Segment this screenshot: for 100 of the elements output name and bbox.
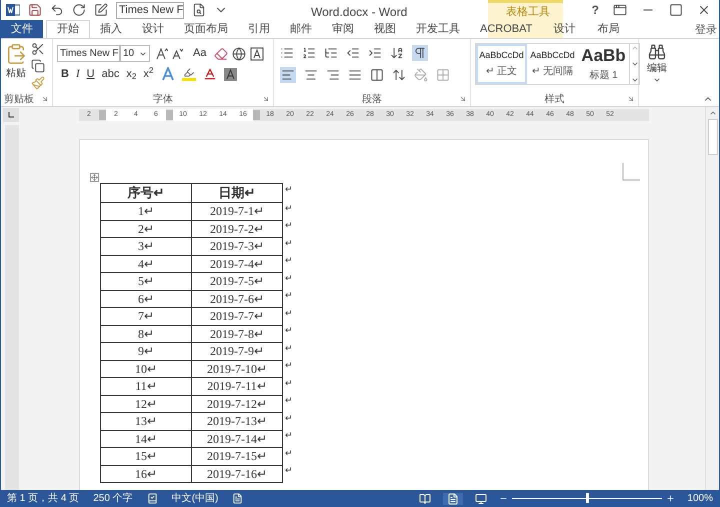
language-indicator[interactable]: 中文(中国) [172,491,218,506]
highlight-icon[interactable] [182,67,196,82]
align-right-icon[interactable] [326,68,340,82]
scroll-down-icon[interactable] [630,60,638,68]
shrink-font-icon[interactable] [172,48,183,59]
vertical-scrollbar[interactable] [705,107,719,490]
eraser-icon[interactable] [214,46,228,60]
table-cell: 14↵ [100,430,192,448]
scroll-up-icon[interactable] [708,109,716,117]
ruler-marker[interactable] [253,110,260,120]
proofing-icon[interactable] [146,493,158,504]
change-case-button[interactable]: Aa [193,45,206,62]
ribbon-tab[interactable]: 引用 [238,20,280,38]
table-cell: 2019-7-15↵ [192,448,282,465]
ribbon-tab[interactable]: 邮件 [280,20,322,38]
table-cell: 2019-7-8↵ [192,325,282,342]
show-marks-icon[interactable] [413,46,427,60]
sort-icon[interactable] [390,46,404,60]
justify-icon[interactable] [348,68,362,82]
maximize-icon[interactable] [669,3,683,17]
table-tools-label: 表格工具 [506,5,550,20]
zoom-in-icon[interactable] [666,494,676,503]
macro-icon[interactable] [232,493,244,504]
ribbon-tab[interactable]: 插入 [90,20,132,38]
line-spacing-icon[interactable] [392,68,406,82]
format-button[interactable]: B [61,66,69,82]
zoom-slider-thumb[interactable] [586,493,590,503]
table-cell: 2019-7-10↵ [192,360,282,378]
font-color-icon[interactable] [202,67,217,82]
scrollbar-thumb[interactable] [708,119,718,155]
read-mode-icon[interactable] [419,492,432,504]
sign-in-link[interactable]: 登录 [695,22,717,38]
ribbon-tab[interactable]: 设计 [542,20,586,38]
grow-font-icon[interactable] [156,48,168,60]
format-button[interactable]: I [76,66,80,82]
column-header: 日期↵ [192,184,282,202]
increase-indent-icon[interactable] [368,46,382,60]
format-button[interactable]: x$_{2}$ [126,66,136,82]
format-button[interactable]: abc [102,66,120,82]
ribbon-tab[interactable]: ACROBAT [470,20,542,38]
paste-button[interactable]: 粘贴 [5,42,27,92]
print-preview-icon[interactable] [192,3,206,17]
ribbon-tab[interactable]: 视图 [364,20,406,38]
undo-icon[interactable] [50,3,64,17]
align-center-icon[interactable] [304,68,318,82]
table-cell: 3↵ [100,238,192,255]
text-effects-icon[interactable] [160,67,175,82]
copy-icon[interactable] [31,59,45,73]
page-count[interactable]: 第 1 页，共 4 页 [7,491,80,506]
word-count[interactable]: 250 个字 [93,491,133,506]
save-icon[interactable] [28,3,42,17]
group-label: 字体 [153,92,173,106]
dialog-launcher-icon[interactable] [459,95,467,103]
style-item[interactable]: AaBbCcDd ↵ 正文 [476,44,527,84]
ribbon-tab[interactable]: 设计 [132,20,174,38]
format-button[interactable]: U [86,66,95,82]
style-item[interactable]: AaBbCcDd ↵ 无间隔 [527,44,578,84]
tab-stop-icon[interactable] [8,112,14,118]
close-icon[interactable] [697,3,711,17]
ruler-marker[interactable] [166,110,173,120]
table-handle-icon[interactable] [90,173,99,182]
help-button[interactable]: ? [592,1,599,19]
ribbon-tab[interactable]: 布局 [586,20,630,38]
ribbon-tab[interactable]: 页面布局 [174,20,238,38]
dialog-launcher-icon[interactable] [41,95,49,103]
zoom-level[interactable]: 100% [687,491,713,506]
character-border-icon[interactable] [250,46,264,60]
row-end-mark: ↵ [282,448,293,465]
font-name-field[interactable]: Times New F [116,2,184,18]
table-cell: 2019-7-11↵ [192,378,282,395]
ribbon-tab[interactable]: 开始 [46,20,90,38]
more-styles-icon[interactable] [630,76,638,84]
ribbon-tab[interactable]: 文件 [1,20,43,38]
ruler-marker[interactable] [99,110,106,120]
font-size-dropdown[interactable]: 10 [120,45,150,62]
cut-icon[interactable] [31,42,45,56]
web-layout-icon[interactable] [475,492,488,504]
phonetic-guide-icon[interactable] [232,46,246,60]
ribbon-tab[interactable]: 开发工具 [406,20,470,38]
table-cell: 5↵ [100,272,192,290]
ribbon-tab[interactable]: 审阅 [322,20,364,38]
row-end-mark: ↵ [282,395,293,412]
dialog-launcher-icon[interactable] [627,95,635,103]
table-cell: 16↵ [100,465,192,482]
redo-icon[interactable] [72,3,86,17]
decrease-indent-icon[interactable] [346,46,360,60]
multilevel-list-icon[interactable] [324,46,338,60]
format-button[interactable]: x$^{2}$ [143,66,154,82]
dialog-launcher-icon[interactable] [262,95,270,103]
distributed-icon[interactable] [370,68,384,82]
print-layout-icon[interactable] [447,492,460,504]
ribbon-display-icon[interactable] [613,3,627,17]
style-item[interactable]: AaBb 标题 1 [578,44,629,84]
align-left-icon[interactable] [281,68,295,82]
font-name-dropdown[interactable]: Times New F [57,45,120,62]
numbering-icon[interactable] [302,46,316,60]
character-shading-icon[interactable] [224,68,237,81]
row-end-mark: ↵ [282,202,293,220]
edit-icon[interactable] [94,3,108,17]
editing-button[interactable]: 编辑 [639,39,675,106]
